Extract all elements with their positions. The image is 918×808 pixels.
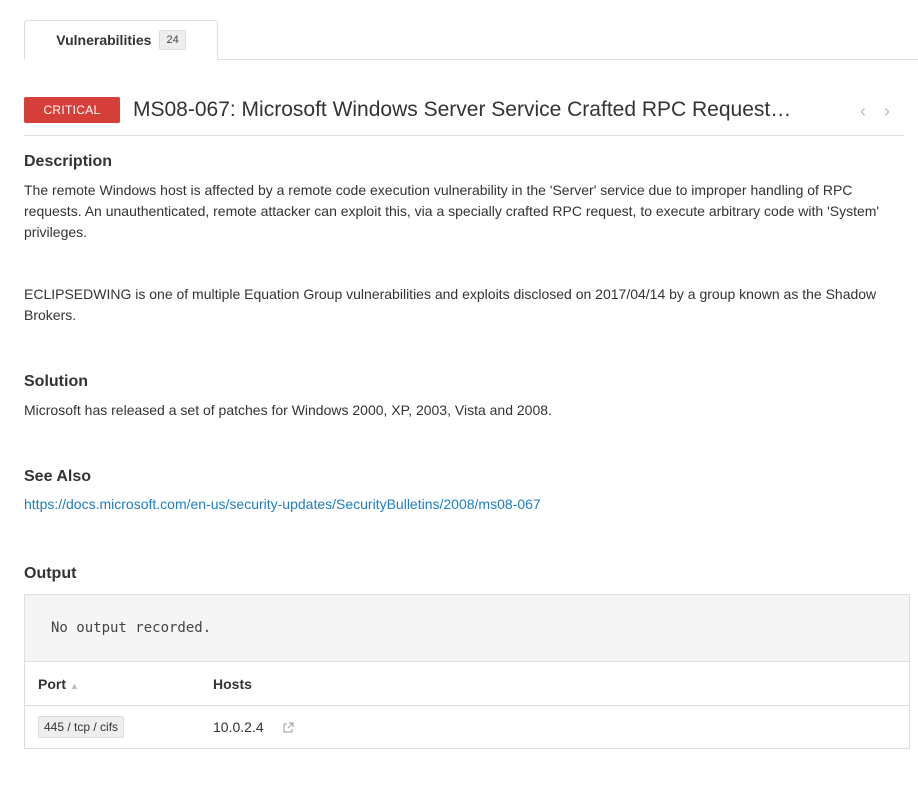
table-header: Port ▲ Hosts (25, 662, 909, 706)
solution-text: Microsoft has released a set of patches … (24, 402, 552, 418)
page-title: MS08-067: Microsoft Windows Server Servi… (133, 98, 792, 121)
port-badge: 445 / tcp / cifs (38, 716, 125, 738)
port-cell: 445 / tcp / cifs (25, 716, 213, 738)
table-row: 445 / tcp / cifs 10.0.2.4 (25, 706, 909, 748)
vulnerability-header: CRITICAL MS08-067: Microsoft Windows Ser… (24, 92, 904, 136)
description-paragraph-2: ECLIPSEDWING is one of multiple Equation… (24, 286, 877, 323)
description-paragraph-1: The remote Windows host is affected by a… (24, 182, 880, 240)
tab-label: Vulnerabilities (56, 32, 152, 48)
hosts-column-header: Hosts (213, 675, 252, 692)
external-link-icon[interactable] (282, 722, 294, 734)
host-link[interactable]: 10.0.2.4 (213, 719, 264, 735)
chevron-left-icon[interactable]: ‹ (860, 101, 866, 121)
tab-bar: Vulnerabilities 24 (24, 20, 918, 60)
output-text: No output recorded. (25, 595, 909, 662)
port-header-label: Port (38, 675, 66, 692)
severity-badge: CRITICAL (24, 97, 120, 123)
output-heading: Output (24, 565, 77, 582)
host-cell: 10.0.2.4 (213, 719, 294, 735)
tab-vulnerabilities[interactable]: Vulnerabilities 24 (24, 20, 218, 60)
sort-ascending-icon: ▲ (70, 680, 79, 691)
see-also-link[interactable]: https://docs.microsoft.com/en-us/securit… (24, 496, 541, 512)
see-also-heading: See Also (24, 468, 91, 485)
output-panel: No output recorded. Port ▲ Hosts 445 / tc… (24, 594, 910, 749)
chevron-right-icon[interactable]: › (884, 101, 890, 121)
port-column-header[interactable]: Port ▲ (25, 676, 213, 692)
count-badge: 24 (159, 30, 186, 50)
solution-heading: Solution (24, 373, 88, 390)
description-heading: Description (24, 153, 113, 170)
